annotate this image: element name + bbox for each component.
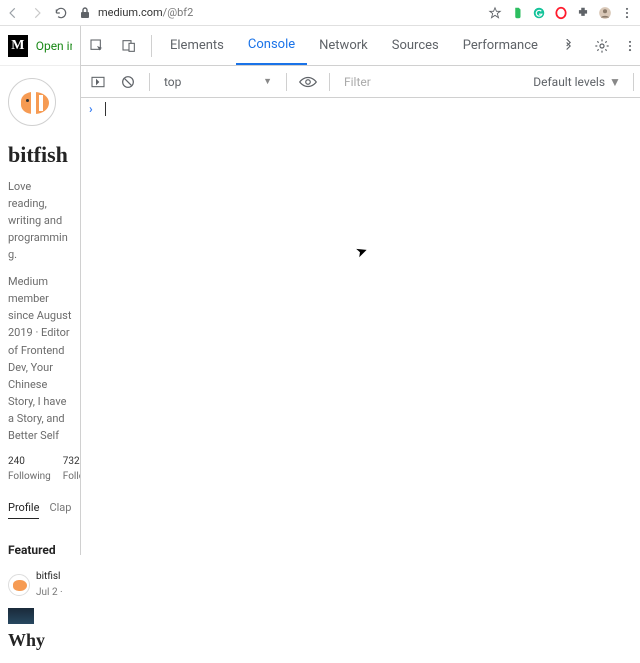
avatar[interactable]: [8, 78, 56, 126]
author-name: bitfish: [8, 138, 72, 172]
author-bio: Love reading, writing and programming.: [8, 178, 72, 263]
tab-claps[interactable]: Clap: [49, 499, 71, 519]
page-panel: M Open in bitfish Love reading, writing …: [0, 26, 80, 555]
following-stat[interactable]: 240Following: [8, 454, 51, 485]
tab-network[interactable]: Network: [307, 26, 380, 65]
featured-heading: Featured: [8, 541, 72, 560]
star-icon[interactable]: [488, 6, 502, 20]
tab-profile[interactable]: Profile: [8, 499, 39, 519]
opera-icon[interactable]: [554, 6, 568, 20]
chrome-menu-icon[interactable]: [620, 6, 634, 20]
console-body[interactable]: › ➤: [81, 98, 640, 555]
featured-byline[interactable]: bitfislJul 2 ·: [8, 569, 72, 600]
featured-thumb[interactable]: [8, 608, 34, 624]
kebab-icon[interactable]: [616, 39, 640, 53]
console-prompt-icon: ›: [89, 102, 93, 116]
gear-icon[interactable]: [588, 38, 616, 54]
medium-logo[interactable]: M: [8, 35, 28, 57]
live-expression-icon[interactable]: [295, 75, 321, 89]
inspect-icon[interactable]: [81, 26, 113, 65]
context-selector[interactable]: top ▼: [158, 75, 278, 89]
lock-icon: [78, 6, 92, 20]
open-in-app-link[interactable]: Open in: [36, 39, 72, 53]
tab-elements[interactable]: Elements: [158, 26, 236, 65]
chevron-down-icon: ▼: [609, 75, 621, 89]
chevron-down-icon: ▼: [263, 76, 272, 87]
avatar-icon[interactable]: [598, 6, 612, 20]
tabs-overflow-icon[interactable]: [550, 26, 588, 65]
tab-sources[interactable]: Sources: [380, 26, 451, 65]
context-label: top: [164, 75, 181, 89]
filter-input[interactable]: Filter: [338, 75, 529, 89]
featured-article-title[interactable]: Why: [8, 630, 72, 651]
sidebar-toggle-icon[interactable]: [85, 74, 111, 90]
clear-console-icon[interactable]: [115, 74, 141, 90]
url-text: medium.com/@bf2: [98, 6, 193, 19]
tab-performance[interactable]: Performance: [451, 26, 550, 65]
extensions-icon[interactable]: [576, 6, 590, 20]
evernote-icon[interactable]: [510, 6, 524, 20]
mouse-cursor-icon: ➤: [354, 242, 370, 261]
devtools-panel: Elements Console Network Sources Perform…: [80, 26, 640, 555]
forward-icon[interactable]: [30, 6, 44, 20]
log-levels-select[interactable]: Default levels ▼: [533, 75, 625, 89]
console-toolbar: top ▼ Filter Default levels ▼: [81, 66, 640, 98]
mini-avatar: [8, 574, 30, 596]
address-bar[interactable]: medium.com/@bf2: [78, 6, 478, 20]
author-meta: Medium member since August 2019 · Editor…: [8, 273, 72, 443]
clownfish-icon: [15, 85, 49, 119]
browser-toolbar: medium.com/@bf2: [0, 0, 640, 26]
text-caret: [105, 102, 106, 116]
reload-icon[interactable]: [54, 6, 68, 20]
grammarly-icon[interactable]: [532, 6, 546, 20]
device-toggle-icon[interactable]: [113, 26, 145, 65]
back-icon[interactable]: [6, 6, 20, 20]
tab-console[interactable]: Console: [236, 26, 307, 65]
devtools-tabbar: Elements Console Network Sources Perform…: [81, 26, 640, 66]
